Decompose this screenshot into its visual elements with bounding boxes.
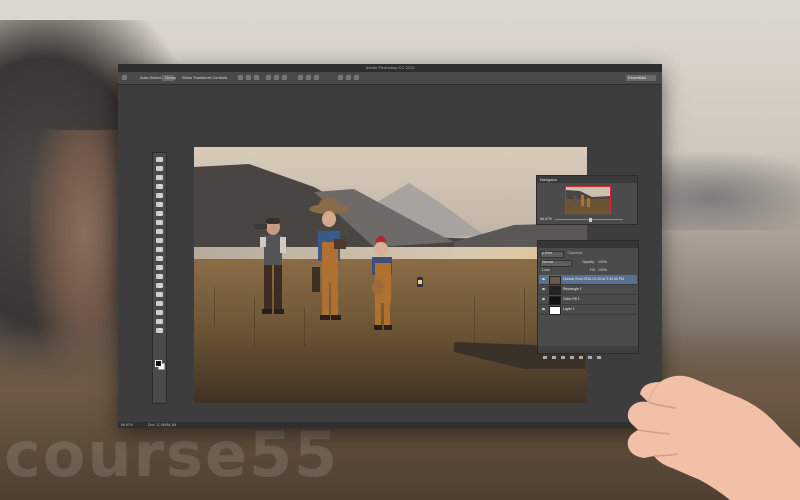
layer-thumbnail — [549, 286, 561, 295]
title-bar: Adobe Photoshop CC 2015 — [118, 64, 662, 79]
link-layers-icon[interactable] — [543, 356, 547, 359]
align-top-icon[interactable] — [238, 75, 243, 80]
fill-value[interactable]: 100% — [598, 267, 636, 273]
quick-selection-tool-icon[interactable] — [156, 184, 163, 189]
visibility-eye-icon[interactable] — [542, 278, 545, 280]
layer-row[interactable]: Classic Shot 2016-01-26 at 2.34.53 PM — [539, 275, 637, 285]
photo-kids-in-field — [194, 147, 587, 403]
workspace-switcher[interactable]: Essentials — [626, 75, 656, 81]
navigator-panel: Navigator 66.67% — [536, 175, 638, 225]
align-center-icon[interactable] — [274, 75, 279, 80]
status-doc-size: Doc: 11.5M/54.1M — [148, 423, 177, 427]
path-selection-tool-icon[interactable] — [156, 301, 163, 306]
document-canvas[interactable] — [194, 147, 587, 403]
layer-row[interactable]: Color Fill 1 — [539, 295, 637, 305]
layer-name: Classic Shot 2016-01-26 at 2.34.53 PM — [563, 277, 625, 281]
3d-mode-icon[interactable] — [346, 75, 351, 80]
status-bar: 66.67% Doc: 11.5M/54.1M — [118, 422, 662, 428]
opacity-value[interactable]: 100% — [598, 259, 636, 265]
layer-row[interactable]: Rectangle 1 — [539, 285, 637, 295]
delete-layer-icon[interactable] — [597, 356, 601, 359]
add-mask-icon[interactable] — [561, 356, 565, 359]
lasso-tool-icon[interactable] — [156, 175, 163, 180]
zoom-tool-icon[interactable] — [156, 328, 163, 333]
layer-thumbnail — [549, 276, 561, 285]
3d-mode-icon[interactable] — [354, 75, 359, 80]
auto-select-target-label: Group — [165, 75, 177, 80]
align-bottom-icon[interactable] — [254, 75, 259, 80]
tools-panel — [152, 152, 167, 404]
layer-thumbnail — [549, 296, 561, 305]
layer-row[interactable]: Layer 1 — [539, 305, 637, 315]
adjustment-layer-icon[interactable] — [570, 356, 574, 359]
visibility-eye-icon[interactable] — [542, 298, 545, 300]
3d-mode-icon[interactable] — [338, 75, 343, 80]
move-tool-icon[interactable] — [122, 75, 127, 80]
type-tool-icon[interactable] — [156, 292, 163, 297]
dodge-tool-icon[interactable] — [156, 274, 163, 279]
foreground-color-swatch[interactable] — [155, 360, 162, 367]
layers-panel-tabs: PathsLayersChannels — [538, 241, 638, 257]
photoshop-window: Adobe Photoshop CC 2015 Auto-Select: Gro… — [118, 64, 662, 428]
align-right-icon[interactable] — [282, 75, 287, 80]
new-group-icon[interactable] — [579, 356, 583, 359]
healing-brush-tool-icon[interactable] — [156, 211, 163, 216]
status-zoom[interactable]: 66.67% — [121, 422, 133, 428]
show-transform-controls-checkbox[interactable]: Show Transform Controls — [182, 75, 227, 81]
layer-name: Layer 1 — [563, 307, 575, 311]
layer-name: Color Fill 1 — [563, 297, 580, 301]
navigator-zoom-knob[interactable] — [589, 218, 592, 222]
distribute-icon[interactable] — [298, 75, 303, 80]
align-middle-icon[interactable] — [246, 75, 251, 80]
layer-thumbnail — [549, 306, 561, 315]
gradient-tool-icon[interactable] — [156, 256, 163, 261]
crop-tool-icon[interactable] — [156, 193, 163, 198]
hand-holding-frame — [627, 375, 800, 500]
auto-select-checkbox[interactable]: Auto-Select: — [140, 75, 162, 81]
clone-stamp-tool-icon[interactable] — [156, 229, 163, 234]
eraser-tool-icon[interactable] — [156, 247, 163, 252]
history-brush-tool-icon[interactable] — [156, 238, 163, 243]
brush-tool-icon[interactable] — [156, 220, 163, 225]
layers-panel: PathsLayersChannels p Kind Normal Opacit… — [537, 240, 639, 359]
layer-style-icon[interactable] — [552, 356, 556, 359]
visibility-eye-icon[interactable] — [542, 308, 545, 310]
distribute-icon[interactable] — [314, 75, 319, 80]
options-bar: Auto-Select: Group Show Transform Contro… — [118, 72, 662, 85]
navigator-header[interactable]: Navigator — [537, 176, 637, 183]
align-left-icon[interactable] — [266, 75, 271, 80]
blur-tool-icon[interactable] — [156, 265, 163, 270]
new-layer-icon[interactable] — [588, 356, 592, 359]
window-title: Adobe Photoshop CC 2015 — [365, 65, 415, 70]
rectangle-tool-icon[interactable] — [156, 310, 163, 315]
navigator-view-box[interactable] — [565, 186, 611, 214]
navigator-zoom-value[interactable]: 66.67% — [540, 217, 552, 221]
layers-footer — [538, 346, 638, 359]
move-tool-icon[interactable] — [156, 157, 163, 162]
hand-tool-icon[interactable] — [156, 319, 163, 324]
eyedropper-tool-icon[interactable] — [156, 202, 163, 207]
watermark-logo: course55 — [4, 418, 340, 491]
pen-tool-icon[interactable] — [156, 283, 163, 288]
distribute-icon[interactable] — [306, 75, 311, 80]
visibility-eye-icon[interactable] — [542, 288, 545, 290]
navigator-thumbnail — [566, 187, 610, 213]
document-workspace: Navigator 66.67% PathsLayersChannels — [118, 85, 662, 422]
marquee-tool-icon[interactable] — [156, 166, 163, 171]
layer-filter-label: p Kind — [542, 251, 552, 255]
layer-name: Rectangle 1 — [563, 287, 582, 291]
